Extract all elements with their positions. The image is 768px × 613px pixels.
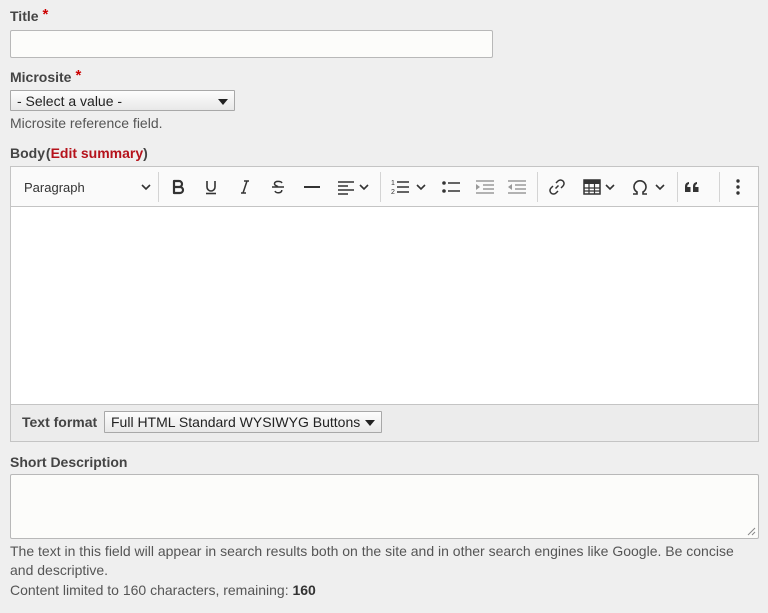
table-icon <box>583 179 601 195</box>
more-options-button[interactable] <box>725 174 751 200</box>
blockquote-button[interactable] <box>679 174 705 200</box>
blockquote-icon <box>685 182 699 192</box>
short-description-label: Short Description <box>10 454 128 470</box>
editor-toolbar: Paragraph 1 2 <box>11 167 758 207</box>
svg-text:1: 1 <box>391 180 395 187</box>
edit-summary-link[interactable]: Edit summary <box>51 145 144 161</box>
chevron-down-icon <box>359 184 369 191</box>
title-input[interactable] <box>10 30 493 58</box>
toolbar-separator <box>158 172 159 202</box>
title-label-text: Title <box>10 8 39 24</box>
microsite-select[interactable]: - Select a value - <box>10 90 235 111</box>
svg-text:2: 2 <box>391 189 395 196</box>
text-format-select-value: Full HTML Standard WYSIWYG Buttons <box>111 414 361 430</box>
body-content-area[interactable] <box>11 207 758 404</box>
short-description-help-line1: The text in this field will appear in se… <box>10 543 734 559</box>
indent-button[interactable] <box>472 174 498 200</box>
required-marker: * <box>42 6 49 23</box>
chevron-down-icon <box>416 184 426 191</box>
outdent-button[interactable] <box>504 174 530 200</box>
special-characters-dropdown[interactable] <box>626 174 670 200</box>
text-format-select[interactable]: Full HTML Standard WYSIWYG Buttons <box>104 411 382 433</box>
chevron-down-icon <box>605 184 615 191</box>
body-label: Body (Edit summary) <box>10 145 148 161</box>
short-description-textarea[interactable] <box>10 474 759 539</box>
toolbar-separator <box>719 172 720 202</box>
horizontal-line-button[interactable] <box>299 174 325 200</box>
bold-icon <box>172 179 185 195</box>
italic-icon <box>241 180 249 194</box>
text-format-bar: Text format Full HTML Standard WYSIWYG B… <box>11 404 758 441</box>
align-icon <box>338 181 354 195</box>
short-description-help-line2: and descriptive. <box>10 562 109 578</box>
numbered-list-icon: 1 2 <box>391 180 409 196</box>
resize-handle-icon[interactable] <box>747 527 756 536</box>
microsite-label: Microsite * <box>10 67 82 86</box>
heading-dropdown[interactable]: Paragraph <box>13 174 155 200</box>
underline-icon <box>206 181 216 195</box>
chevron-down-icon <box>365 420 375 426</box>
strikethrough-icon <box>272 180 284 194</box>
body-label-text: Body <box>10 145 45 161</box>
character-limit-text: Content limited to 160 characters, remai… <box>10 582 316 598</box>
indent-icon <box>476 180 494 194</box>
chevron-down-icon <box>141 184 151 191</box>
text-format-label: Text format <box>22 414 98 430</box>
microsite-label-text: Microsite <box>10 69 72 85</box>
characters-remaining-count: 160 <box>292 582 316 598</box>
align-dropdown[interactable] <box>333 174 373 200</box>
italic-button[interactable] <box>232 174 258 200</box>
underline-button[interactable] <box>198 174 224 200</box>
chevron-down-icon <box>655 184 665 191</box>
table-dropdown[interactable] <box>578 174 620 200</box>
required-marker: * <box>75 67 82 84</box>
more-options-icon <box>736 179 740 195</box>
microsite-help-text: Microsite reference field. <box>10 115 163 131</box>
toolbar-separator <box>677 172 678 202</box>
link-button[interactable] <box>544 174 570 200</box>
bulleted-list-icon <box>442 181 460 193</box>
link-icon <box>549 179 565 195</box>
heading-dropdown-label: Paragraph <box>24 179 85 195</box>
microsite-select-value: - Select a value - <box>17 92 123 109</box>
special-characters-icon <box>633 180 647 195</box>
horizontal-line-icon <box>304 186 320 188</box>
paren-close: ) <box>143 145 148 161</box>
toolbar-separator <box>380 172 381 202</box>
bold-button[interactable] <box>165 174 191 200</box>
title-label: Title * <box>10 6 49 25</box>
toolbar-separator <box>537 172 538 202</box>
chevron-down-icon <box>218 98 228 105</box>
strikethrough-button[interactable] <box>265 174 291 200</box>
bulleted-list-button[interactable] <box>438 174 464 200</box>
character-limit-label: Content limited to 160 characters, remai… <box>10 582 293 598</box>
outdent-icon <box>508 180 526 194</box>
numbered-list-dropdown[interactable]: 1 2 <box>386 174 430 200</box>
body-editor: Paragraph 1 2 Text format Full HTML Stan… <box>10 166 759 442</box>
